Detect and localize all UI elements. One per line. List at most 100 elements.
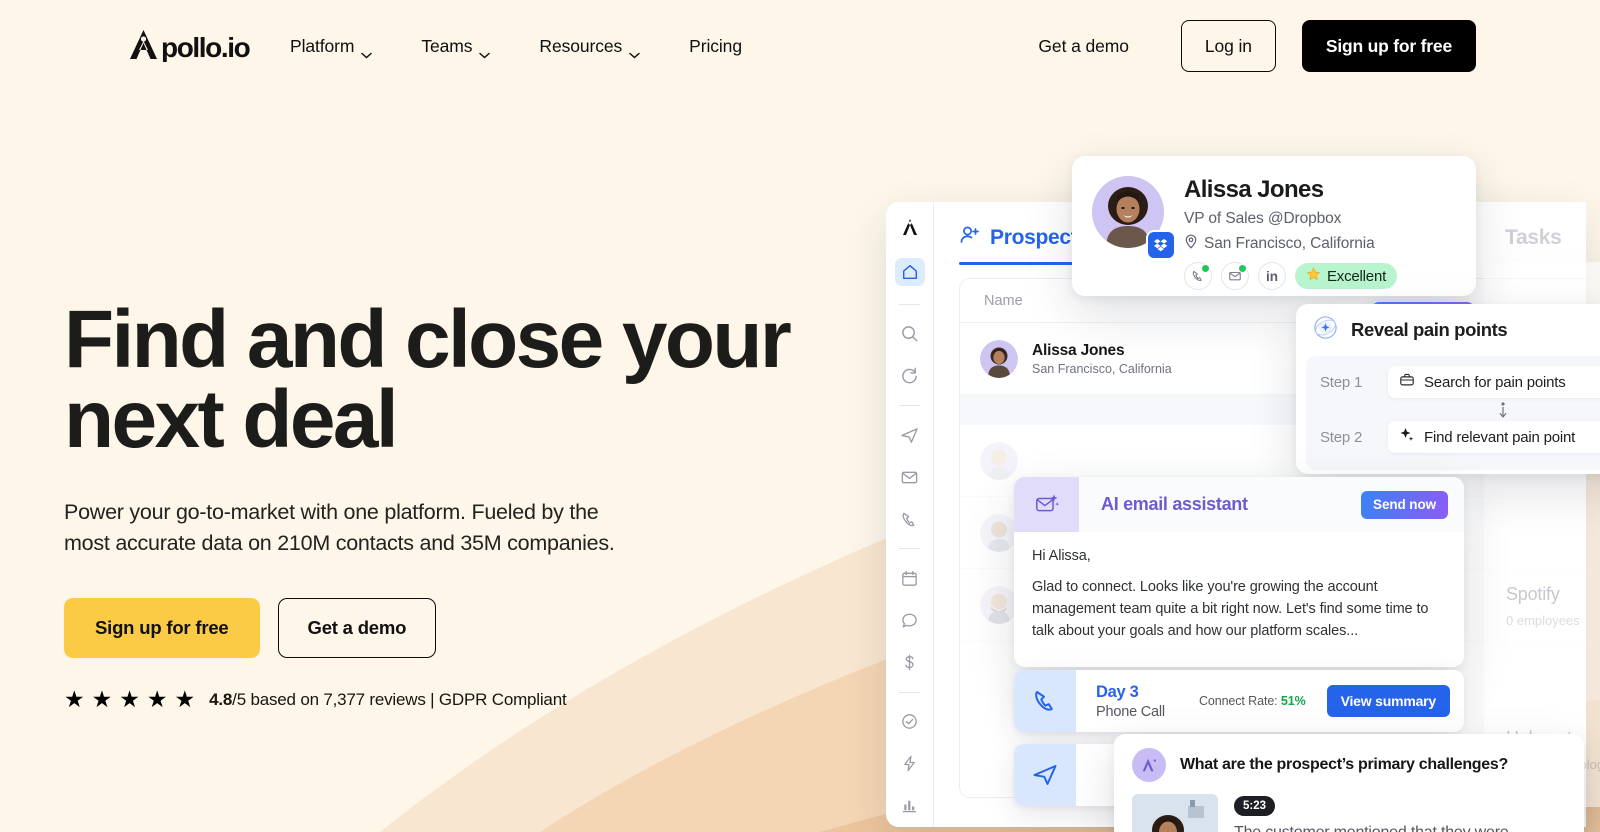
status-badge-label: Excellent [1327, 267, 1387, 285]
star-icon: ★ [174, 686, 196, 713]
step-label: Step 1 [1320, 373, 1363, 391]
send-icon[interactable] [898, 424, 922, 446]
bar-chart-icon[interactable] [898, 795, 922, 817]
nav-link-resources[interactable]: Resources [539, 35, 665, 59]
company-size: 0 employees [1506, 613, 1580, 628]
page-title: Find and close your next deal [64, 294, 792, 465]
video-thumbnail[interactable] [1132, 794, 1218, 832]
phone-icon [1014, 670, 1076, 732]
signup-button-nav[interactable]: Sign up for free [1301, 20, 1476, 72]
chevron-down-icon [629, 43, 640, 59]
prospect-location: San Francisco, California [1032, 361, 1172, 376]
apollo-ai-icon [1132, 748, 1166, 782]
profile-role: VP of Sales @Dropbox [1184, 210, 1342, 227]
rating-detail: /5 based on 7,377 reviews | GDPR Complia… [232, 689, 567, 709]
step-action[interactable]: Find relevant pain point [1388, 421, 1600, 453]
verified-dot [1238, 264, 1247, 273]
step-label: Step 2 [1320, 428, 1363, 446]
ai-orb-icon [1312, 314, 1339, 346]
email-body-text: Glad to connect. Looks like you're growi… [1032, 579, 1429, 639]
linkedin-icon[interactable]: in [1258, 262, 1286, 290]
dollar-icon[interactable] [898, 652, 922, 674]
mail-icon[interactable] [898, 466, 922, 488]
profile-name: Alissa Jones [1184, 176, 1324, 203]
nav-get-demo-link[interactable]: Get a demo [1038, 36, 1129, 57]
hero-section: Find and close your next deal Power your… [64, 294, 874, 711]
nav-link-platform-label: Platform [290, 35, 355, 56]
profile-location: San Francisco, California [1184, 234, 1375, 254]
home-icon[interactable] [894, 258, 925, 286]
check-circle-icon[interactable] [898, 711, 922, 733]
avatar [980, 585, 1018, 624]
phone-icon[interactable] [898, 508, 922, 530]
list-item[interactable]: Spotify 0 employees [1484, 562, 1600, 628]
nav-link-teams[interactable]: Teams [421, 36, 515, 59]
step-row: Step 1 Search for pain points [1306, 366, 1600, 398]
reveal-steps-body: Step 1 Search for pain points Step 2 Fin… [1306, 356, 1600, 470]
send-now-button[interactable]: Send now [1361, 490, 1448, 519]
rating-row: ★ ★ ★ ★ ★ 4.8/5 based on 7,377 reviews |… [64, 688, 874, 711]
nav-link-resources-label: Resources [539, 35, 623, 56]
rail-divider [899, 691, 920, 693]
nav-links: Platform Teams Resources Pricing [290, 0, 742, 92]
star-icon: ★ [146, 686, 168, 713]
avatar [980, 441, 1018, 480]
svg-text:pollo.io: pollo.io [161, 32, 251, 62]
rail-divider [899, 303, 920, 305]
chat-icon[interactable] [898, 609, 922, 631]
sequence-step-phone-call[interactable]: Day 3 Phone Call Connect Rate: 51% View … [1014, 670, 1464, 732]
chevron-down-icon [361, 43, 373, 59]
rail-divider [899, 405, 920, 406]
transcript-timestamp: 5:23 [1234, 796, 1276, 816]
sparkle-icon [1399, 427, 1415, 447]
company-name: Spotify [1506, 584, 1560, 604]
column-header-name: Name [984, 292, 1023, 309]
call-transcript-card: What are the prospect’s primary challeng… [1114, 734, 1584, 832]
tab-prospects[interactable]: Prospects [959, 224, 1089, 251]
chevron-down-icon [479, 43, 491, 59]
sequence-step-text: Day 3 Phone Call [1096, 683, 1165, 720]
reveal-pain-points-card: Reveal pain points Step 1 Search for pai… [1296, 304, 1600, 474]
briefcase-icon [1399, 372, 1415, 392]
nav-link-pricing-label: Pricing [689, 35, 742, 56]
table-row-text: Alissa Jones San Francisco, California [1032, 342, 1172, 376]
page-root: pollo.io Platform Teams Resources Pricin… [0, 0, 1600, 832]
calendar-icon[interactable] [898, 567, 922, 589]
signup-button-hero[interactable]: Sign up for free [64, 598, 260, 659]
connect-rate-value: 51% [1280, 694, 1306, 708]
get-demo-button-hero[interactable]: Get a demo [277, 598, 437, 659]
mail-sparkle-icon [1014, 477, 1079, 532]
refresh-icon[interactable] [898, 365, 922, 387]
step-row: Step 2 Find relevant pain point [1306, 421, 1600, 453]
status-badge: Excellent [1295, 263, 1398, 289]
sequence-type-label: Phone Call [1096, 703, 1165, 720]
avatar [980, 513, 1018, 552]
sequence-day-label: Day 3 [1096, 682, 1139, 701]
reveal-card-header: Reveal pain points [1296, 304, 1600, 356]
apollo-logo-icon[interactable] [898, 216, 922, 238]
nav-link-pricing[interactable]: Pricing [689, 36, 742, 57]
apollo-logo[interactable]: pollo.io [126, 28, 260, 62]
rating-text: 4.8/5 based on 7,377 reviews | GDPR Comp… [209, 689, 567, 710]
transcript-question: What are the prospect’s primary challeng… [1180, 756, 1508, 773]
step-action[interactable]: Search for pain points [1388, 366, 1600, 398]
phone-check-icon[interactable] [1184, 262, 1212, 290]
ai-card-header: AI email assistant Send now [1014, 477, 1464, 532]
view-summary-button[interactable]: View summary [1326, 685, 1450, 717]
prospect-name: Alissa Jones [1032, 341, 1125, 359]
nav-link-platform[interactable]: Platform [290, 35, 397, 59]
ai-card-body: Hi Alissa, Glad to connect. Looks like y… [1014, 532, 1464, 642]
connect-rate: Connect Rate: 51% [1199, 694, 1306, 708]
mail-check-icon[interactable] [1221, 262, 1249, 290]
lightning-icon[interactable] [898, 753, 922, 775]
profile-contact-chips: in Excellent [1184, 262, 1398, 290]
reveal-card-title: Reveal pain points [1351, 319, 1508, 340]
tab-tasks[interactable]: Tasks [1505, 226, 1562, 250]
hero-cta-row: Sign up for free Get a demo [64, 598, 874, 659]
search-icon[interactable] [898, 323, 922, 345]
product-screenshot-mockup: Prospects Tasks Name Alissa Jones San Fr… [886, 156, 1600, 832]
profile-location-text: San Francisco, California [1204, 235, 1375, 252]
map-pin-icon [1184, 234, 1198, 254]
transcript-line: The customer mentioned that they were [1234, 824, 1509, 832]
login-button[interactable]: Log in [1180, 20, 1276, 72]
